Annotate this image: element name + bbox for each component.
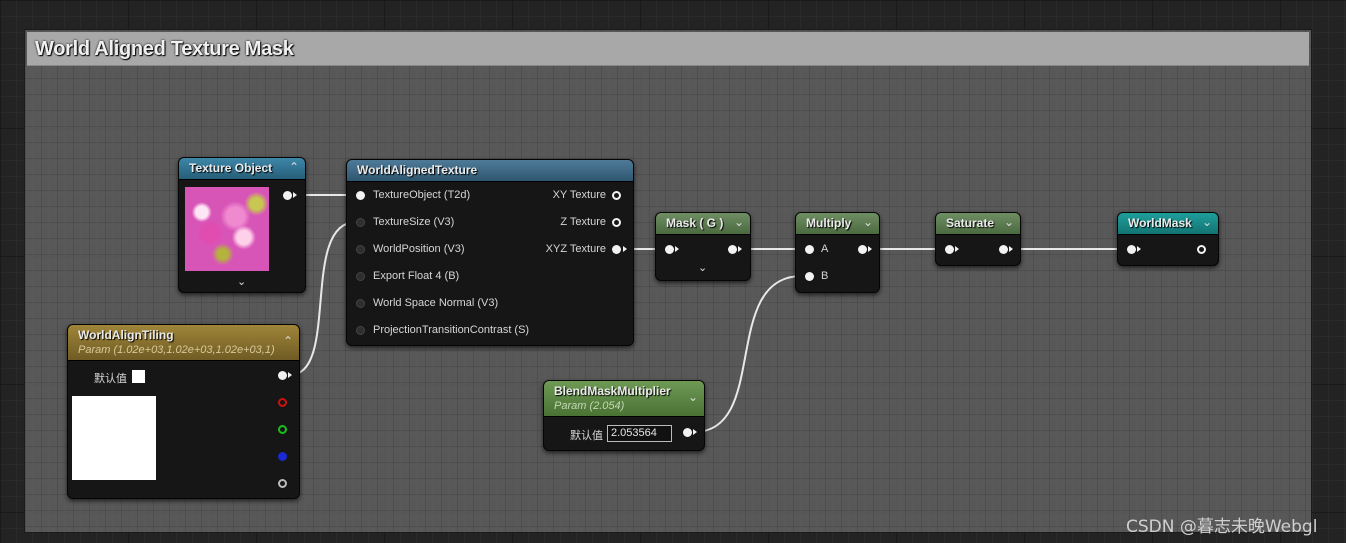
output-pin-b[interactable] bbox=[278, 452, 287, 461]
output-pin[interactable] bbox=[612, 218, 621, 227]
default-value-label: 默认值 bbox=[94, 373, 127, 385]
output-pin[interactable] bbox=[612, 245, 621, 254]
node-title: Saturate bbox=[946, 216, 995, 230]
node-world-align-tiling[interactable]: WorldAlignTiling Param (1.02e+03,1.02e+0… bbox=[67, 324, 300, 499]
chevron-down-icon[interactable]: ⌄ bbox=[1004, 215, 1014, 229]
chevron-up-icon[interactable]: ⌃ bbox=[283, 334, 293, 348]
pin-arrow bbox=[693, 429, 697, 435]
node-world-mask[interactable]: WorldMask ⌄ bbox=[1117, 212, 1219, 266]
node-title: Texture Object bbox=[189, 161, 273, 175]
input-label: TextureObject (T2d) bbox=[373, 189, 471, 201]
output-pin[interactable] bbox=[283, 191, 292, 200]
node-world-aligned-texture[interactable]: WorldAlignedTexture TextureObject (T2d) … bbox=[346, 159, 634, 346]
output-pin[interactable] bbox=[728, 245, 737, 254]
output-pin[interactable] bbox=[999, 245, 1008, 254]
pin-arrow bbox=[955, 246, 959, 252]
node-mask[interactable]: Mask ( G ) ⌄ ⌄ bbox=[655, 212, 751, 281]
node-title: WorldAlignedTexture bbox=[357, 163, 478, 177]
node-title: Mask ( G ) bbox=[666, 216, 724, 230]
node-blend-mask-multiplier[interactable]: BlendMaskMultiplier Param (2.054) ⌄ 默认值 … bbox=[543, 380, 705, 451]
pin-arrow bbox=[288, 372, 292, 378]
pin-arrow bbox=[868, 246, 872, 252]
input-label: B bbox=[821, 270, 829, 282]
input-pin[interactable] bbox=[356, 326, 365, 335]
texture-preview bbox=[185, 187, 269, 271]
input-pin[interactable] bbox=[356, 272, 365, 281]
node-title: WorldAlignTiling bbox=[78, 328, 174, 342]
input-pin[interactable] bbox=[356, 245, 365, 254]
chevron-down-icon[interactable]: ⌄ bbox=[1202, 215, 1212, 229]
color-preview bbox=[72, 396, 156, 480]
input-label: TextureSize (V3) bbox=[373, 216, 455, 228]
input-pin[interactable] bbox=[356, 299, 365, 308]
pin-arrow bbox=[1137, 246, 1141, 252]
chevron-down-icon[interactable]: ⌄ bbox=[237, 275, 246, 288]
output-pin-r[interactable] bbox=[278, 398, 287, 407]
default-color-swatch[interactable] bbox=[132, 370, 145, 383]
input-pin-a[interactable] bbox=[805, 245, 814, 254]
watermark: CSDN @暮志未晚Webgl bbox=[1126, 517, 1318, 537]
node-title: Multiply bbox=[806, 216, 852, 230]
input-pin[interactable] bbox=[356, 191, 365, 200]
pin-arrow bbox=[675, 246, 679, 252]
node-subtitle: Param (2.054) bbox=[554, 400, 625, 412]
input-label: WorldPosition (V3) bbox=[373, 243, 465, 255]
output-pin[interactable] bbox=[1197, 245, 1206, 254]
chevron-down-icon[interactable]: ⌄ bbox=[698, 261, 707, 274]
input-label: ProjectionTransitionContrast (S) bbox=[373, 324, 530, 336]
node-saturate[interactable]: Saturate ⌄ bbox=[935, 212, 1021, 266]
node-subtitle: Param (1.02e+03,1.02e+03,1.02e+03,1) bbox=[78, 344, 275, 356]
default-value-input[interactable]: 2.053564 bbox=[607, 425, 672, 442]
input-label: Export Float 4 (B) bbox=[373, 270, 460, 282]
output-label: Z Texture bbox=[560, 216, 606, 228]
comment-title: World Aligned Texture Mask bbox=[35, 38, 294, 60]
output-pin-a[interactable] bbox=[278, 479, 287, 488]
chevron-up-icon[interactable]: ⌃ bbox=[289, 160, 299, 174]
input-pin-b[interactable] bbox=[805, 272, 814, 281]
input-pin[interactable] bbox=[356, 218, 365, 227]
pin-arrow bbox=[738, 246, 742, 252]
input-pin[interactable] bbox=[945, 245, 954, 254]
chevron-down-icon[interactable]: ⌄ bbox=[688, 390, 698, 404]
pin-arrow bbox=[1009, 246, 1013, 252]
node-multiply[interactable]: Multiply ⌄ A B bbox=[795, 212, 880, 293]
input-label: A bbox=[821, 243, 829, 255]
default-value-label: 默认值 bbox=[570, 430, 603, 442]
chevron-down-icon[interactable]: ⌄ bbox=[734, 215, 744, 229]
input-pin[interactable] bbox=[665, 245, 674, 254]
output-pin[interactable] bbox=[612, 191, 621, 200]
node-title: BlendMaskMultiplier bbox=[554, 384, 671, 398]
pin-arrow bbox=[623, 246, 627, 252]
output-label: XYZ Texture bbox=[545, 243, 606, 255]
input-pin[interactable] bbox=[1127, 245, 1136, 254]
output-label: XY Texture bbox=[552, 189, 606, 201]
pin-arrow bbox=[293, 192, 297, 198]
comment-header[interactable]: World Aligned Texture Mask bbox=[27, 32, 1309, 66]
output-pin-g[interactable] bbox=[278, 425, 287, 434]
output-pin-rgba[interactable] bbox=[278, 371, 287, 380]
node-title: WorldMask bbox=[1128, 216, 1192, 230]
output-pin[interactable] bbox=[858, 245, 867, 254]
node-texture-object[interactable]: Texture Object ⌃ ⌄ bbox=[178, 157, 306, 293]
output-pin[interactable] bbox=[683, 428, 692, 437]
input-label: World Space Normal (V3) bbox=[373, 297, 499, 309]
chevron-down-icon[interactable]: ⌄ bbox=[863, 215, 873, 229]
